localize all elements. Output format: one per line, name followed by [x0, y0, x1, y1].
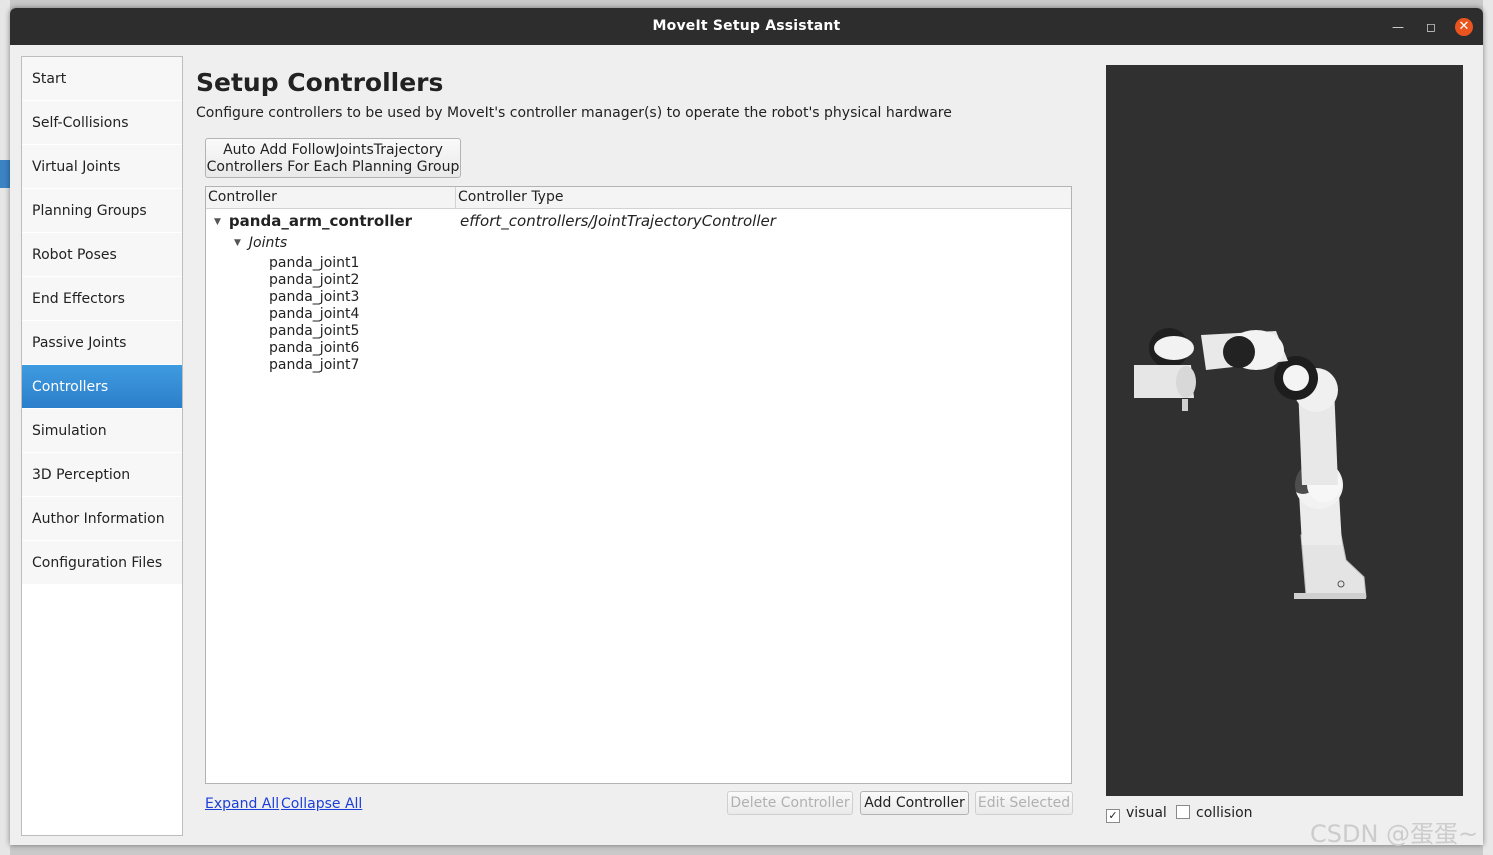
controllers-tree[interactable]: Controller Controller Type ▼ panda_arm_co… — [205, 186, 1072, 784]
sidebar-item-controllers[interactable]: Controllers — [22, 365, 182, 409]
visual-checkbox-row[interactable]: ✓ visual — [1106, 805, 1167, 823]
watermark: CSDN @蛋蛋~ — [1310, 820, 1479, 848]
delete-controller-button[interactable]: Delete Controller — [727, 791, 853, 815]
joint-item[interactable]: panda_joint3 — [269, 289, 359, 305]
sidebar-item-3d-perception[interactable]: 3D Perception — [22, 453, 182, 497]
visual-checkbox[interactable]: ✓ — [1106, 809, 1120, 823]
page-title: Setup Controllers — [196, 68, 444, 97]
tree-header: Controller Controller Type — [206, 187, 1071, 209]
background-right-edge — [1483, 0, 1493, 855]
joint-item[interactable]: panda_joint1 — [269, 255, 359, 271]
sidebar-item-robot-poses[interactable]: Robot Poses — [22, 233, 182, 277]
main-window: MoveIt Setup Assistant — ◻ ✕ Start Self-… — [10, 8, 1483, 845]
titlebar: MoveIt Setup Assistant — ◻ ✕ — [10, 8, 1483, 45]
controller-name: panda_arm_controller — [228, 212, 413, 230]
sidebar-item-start[interactable]: Start — [22, 57, 182, 101]
minimize-icon[interactable]: — — [1388, 17, 1408, 37]
sidebar-item-author-information[interactable]: Author Information — [22, 497, 182, 541]
controller-type: effort_controllers/JointTrajectoryContro… — [460, 212, 776, 230]
sidebar-item-simulation[interactable]: Simulation — [22, 409, 182, 453]
column-divider[interactable] — [455, 187, 456, 208]
robot-arm-render — [1134, 328, 1367, 599]
window-title: MoveIt Setup Assistant — [652, 18, 841, 34]
visual-label: visual — [1126, 805, 1167, 821]
collision-checkbox[interactable] — [1176, 805, 1190, 819]
sidebar-item-planning-groups[interactable]: Planning Groups — [22, 189, 182, 233]
sidebar-nav: Start Self-Collisions Virtual Joints Pla… — [21, 56, 183, 836]
edit-selected-button[interactable]: Edit Selected — [975, 791, 1073, 815]
joint-item[interactable]: panda_joint6 — [269, 340, 359, 356]
joint-item[interactable]: panda_joint2 — [269, 272, 359, 288]
background-left-edge — [0, 0, 10, 855]
collision-label: collision — [1196, 805, 1253, 821]
auto-add-label-line2: Controllers For Each Planning Group — [206, 159, 460, 175]
auto-add-controllers-button[interactable]: Auto Add FollowJointsTrajectory Controll… — [205, 138, 461, 178]
tree-row-joints[interactable]: ▼ Joints — [234, 235, 287, 251]
joint-item[interactable]: panda_joint4 — [269, 306, 359, 322]
sidebar-item-end-effectors[interactable]: End Effectors — [22, 277, 182, 321]
collision-checkbox-row[interactable]: collision — [1176, 805, 1253, 821]
joint-item[interactable]: panda_joint7 — [269, 357, 359, 373]
background-highlight — [0, 160, 10, 188]
sidebar-item-passive-joints[interactable]: Passive Joints — [22, 321, 182, 365]
maximize-icon[interactable]: ◻ — [1421, 17, 1441, 37]
sidebar-item-self-collisions[interactable]: Self-Collisions — [22, 101, 182, 145]
column-header-controller-type[interactable]: Controller Type — [458, 189, 563, 205]
robot-3d-viewer[interactable] — [1106, 65, 1463, 796]
close-icon[interactable]: ✕ — [1455, 18, 1473, 36]
page-description: Configure controllers to be used by Move… — [196, 105, 952, 121]
tree-row-controller[interactable]: ▼ panda_arm_controller — [214, 212, 412, 230]
expand-arrow-icon[interactable]: ▼ — [234, 238, 241, 248]
collapse-all-link[interactable]: Collapse All — [281, 796, 362, 812]
add-controller-button[interactable]: Add Controller — [860, 791, 969, 815]
expand-all-link[interactable]: Expand All — [205, 796, 279, 812]
expand-arrow-icon[interactable]: ▼ — [214, 217, 221, 227]
column-header-controller[interactable]: Controller — [208, 189, 277, 205]
sidebar-item-configuration-files[interactable]: Configuration Files — [22, 541, 182, 585]
auto-add-label-line1: Auto Add FollowJointsTrajectory — [223, 142, 443, 158]
sidebar-item-virtual-joints[interactable]: Virtual Joints — [22, 145, 182, 189]
joints-label: Joints — [248, 235, 288, 251]
joint-item[interactable]: panda_joint5 — [269, 323, 359, 339]
